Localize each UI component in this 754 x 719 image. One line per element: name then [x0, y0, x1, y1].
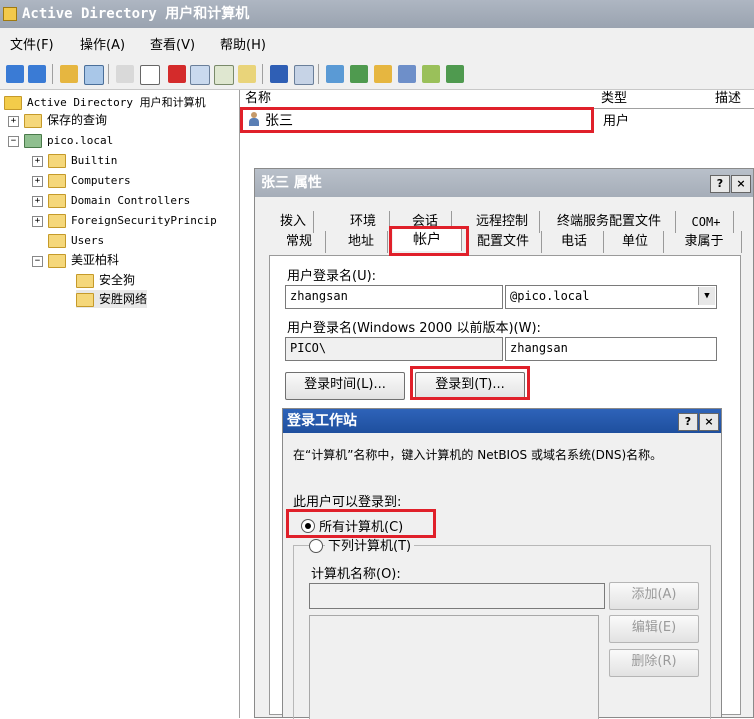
new-ou-icon[interactable] [374, 65, 392, 83]
tab-dial-in[interactable]: 拨入 [273, 211, 314, 233]
close-icon[interactable]: × [731, 175, 751, 193]
domain-icon [24, 133, 42, 148]
remove-button: 删除(R) [609, 649, 699, 677]
find-icon[interactable] [422, 65, 440, 83]
export-icon[interactable] [238, 65, 256, 83]
tab-general[interactable]: 常规 [273, 231, 326, 253]
console-icon[interactable] [294, 65, 314, 85]
tree-root[interactable]: Active Directory 用户和计算机 [4, 93, 206, 111]
refresh-icon[interactable] [214, 65, 234, 85]
menu-view[interactable]: 查看(V) [150, 34, 195, 53]
computer-name-input [309, 583, 605, 609]
filter-icon[interactable] [398, 65, 416, 83]
chevron-down-icon[interactable]: ▼ [698, 287, 715, 305]
column-header-description[interactable]: 描述 [711, 90, 754, 109]
copy-icon[interactable] [140, 65, 160, 85]
tree-item-saved-queries[interactable]: 保存的查询 [24, 111, 107, 129]
pre2000-name-label: 用户登录名(Windows 2000 以前版本)(W): [287, 321, 541, 336]
ou-icon [76, 292, 94, 307]
list-row-user-type: 用户 [603, 114, 630, 129]
window-title: Active Directory 用户和计算机 [22, 6, 250, 22]
ws-instruction: 在“计算机”名称中，键入计算机的 NetBIOS 或域名系统(DNS)名称。 [293, 448, 663, 462]
menu-file[interactable]: 文件(F) [10, 34, 54, 53]
tab-profile[interactable]: 配置文件 [465, 231, 542, 253]
menu-action[interactable]: 操作(A) [80, 34, 125, 53]
highlight-user-row [240, 107, 594, 133]
highlight-account-tab [389, 226, 469, 256]
tree-item-users[interactable]: Users [48, 231, 104, 249]
toolbar [0, 58, 754, 90]
tab-organization[interactable]: 单位 [607, 231, 664, 253]
tree-pane: Active Directory 用户和计算机 + 保存的查询 − pico.l… [0, 90, 240, 718]
cut-icon[interactable] [116, 65, 134, 83]
delete-icon[interactable] [168, 65, 186, 83]
tab-terminal-services-profile[interactable]: 终端服务配置文件 [543, 211, 676, 233]
tab-telephones[interactable]: 电话 [545, 231, 604, 253]
tree-item-anquangou[interactable]: 安全狗 [76, 271, 135, 289]
help-icon[interactable]: ? [678, 413, 698, 431]
show-tree-icon[interactable] [84, 65, 104, 85]
logon-name-input[interactable]: zhangsan [285, 285, 503, 309]
collapse-domain[interactable]: − [8, 136, 19, 147]
add-to-group-icon[interactable] [446, 65, 464, 83]
tree-item-builtin[interactable]: Builtin [48, 151, 117, 169]
logon-name-label: 用户登录名(U): [287, 269, 377, 284]
tab-environment[interactable]: 环境 [337, 211, 390, 233]
props-titlebar: 张三 属性 [255, 169, 753, 197]
help-icon[interactable] [270, 65, 288, 83]
collapse-meiya[interactable]: − [32, 256, 43, 267]
computer-name-label: 计算机名称(O): [311, 567, 401, 582]
tab-remote-control[interactable]: 远程控制 [465, 211, 540, 233]
tab-com-plus[interactable]: COM+ [679, 211, 734, 233]
ou-icon [76, 273, 94, 288]
pre2000-name-input[interactable]: zhangsan [505, 337, 717, 361]
expand-foreign-security[interactable]: + [32, 216, 43, 227]
add-button: 添加(A) [609, 582, 699, 610]
expand-computers[interactable]: + [32, 176, 43, 187]
ad-root-icon [4, 95, 22, 110]
can-logon-label: 此用户可以登录到: [293, 495, 402, 510]
menu-help[interactable]: 帮助(H) [220, 34, 266, 53]
column-header-type[interactable]: 类型 [597, 90, 716, 109]
logon-hours-button[interactable]: 登录时间(L)... [285, 372, 405, 400]
menu-bar: 文件(F) 操作(A) 查看(V) 帮助(H) [0, 28, 754, 58]
folder-icon [48, 213, 66, 228]
ou-icon [48, 253, 66, 268]
window-titlebar: Active Directory 用户和计算机 [0, 0, 754, 28]
tree-item-ansheng-selected[interactable]: 安胜网络 [76, 290, 148, 308]
edit-button: 编辑(E) [609, 615, 699, 643]
tab-member-of[interactable]: 隶属于 [667, 231, 742, 253]
radio-following-computers[interactable] [309, 539, 323, 553]
folder-icon [24, 113, 42, 128]
expand-saved-queries[interactable]: + [8, 116, 19, 127]
close-icon[interactable]: × [699, 413, 719, 431]
folder-icon [48, 233, 66, 248]
pre2000-domain-field: PICO\ [285, 337, 503, 361]
logon-workstations-dialog: 登录工作站 ? × 在“计算机”名称中，键入计算机的 NetBIOS 或域名系统… [282, 408, 722, 719]
tab-address[interactable]: 地址 [335, 231, 388, 253]
domain-suffix-select[interactable]: @pico.local ▼ [505, 285, 717, 309]
tree-item-meiya[interactable]: 美亚柏科 [48, 251, 119, 269]
forward-arrow-icon[interactable] [28, 65, 46, 83]
expand-domain-controllers[interactable]: + [32, 196, 43, 207]
tree-item-domain-controllers[interactable]: Domain Controllers [48, 191, 190, 209]
folder-icon [48, 153, 66, 168]
highlight-logon-to-button [410, 366, 530, 400]
expand-builtin[interactable]: + [32, 156, 43, 167]
properties-icon[interactable] [190, 65, 210, 85]
ou-icon [48, 193, 66, 208]
tree-item-domain[interactable]: pico.local [24, 131, 113, 149]
ws-titlebar: 登录工作站 [283, 409, 721, 433]
app-icon [3, 7, 17, 21]
help-icon[interactable]: ? [710, 175, 730, 193]
tree-item-foreign-security[interactable]: ForeignSecurityPrincip [48, 211, 217, 229]
back-arrow-icon[interactable] [6, 65, 24, 83]
folder-up-icon[interactable] [60, 65, 78, 83]
computer-list-box [309, 615, 599, 719]
new-group-icon[interactable] [350, 65, 368, 83]
tree-item-computers[interactable]: Computers [48, 171, 131, 189]
folder-icon [48, 173, 66, 188]
highlight-all-computers [286, 509, 436, 538]
new-user-icon[interactable] [326, 65, 344, 83]
